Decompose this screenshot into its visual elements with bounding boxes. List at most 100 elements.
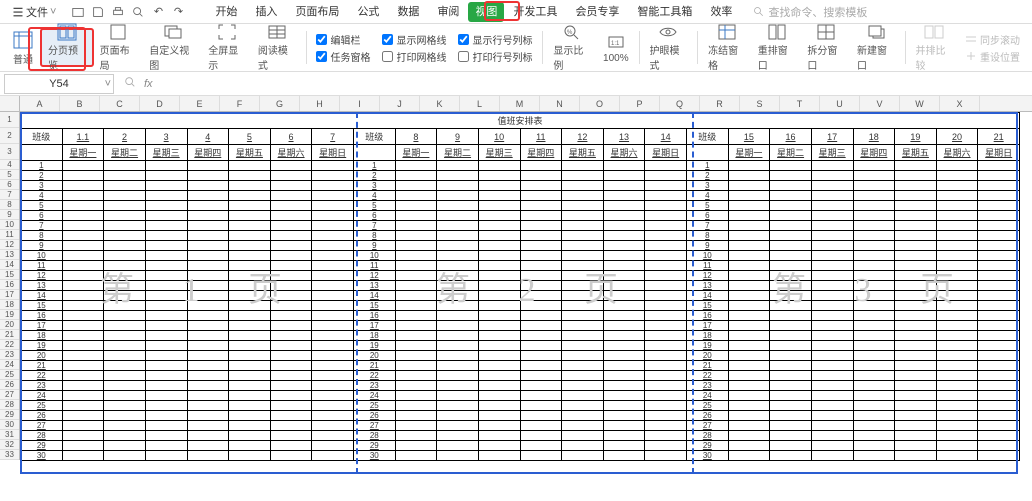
col-header[interactable]: S bbox=[740, 96, 780, 111]
qat-print-icon[interactable] bbox=[108, 2, 128, 22]
col-header[interactable]: M bbox=[500, 96, 540, 111]
check-gridlines[interactable]: 显示网格线 bbox=[382, 32, 446, 47]
row-header[interactable]: 22 bbox=[0, 340, 19, 350]
protect-eye-button[interactable]: 护眼模式 bbox=[644, 28, 694, 67]
row-header[interactable]: 28 bbox=[0, 400, 19, 410]
menu-tab-0[interactable]: 开始 bbox=[206, 0, 246, 24]
row-header[interactable]: 33 bbox=[0, 450, 19, 460]
row-header[interactable]: 14 bbox=[0, 260, 19, 270]
view-fullscreen-button[interactable]: 全屏显示 bbox=[202, 28, 252, 67]
col-header[interactable]: T bbox=[780, 96, 820, 111]
row-header[interactable]: 15 bbox=[0, 270, 19, 280]
name-box[interactable]: Y54˅ bbox=[4, 74, 114, 94]
row-header[interactable]: 10 bbox=[0, 220, 19, 230]
col-header[interactable]: G bbox=[260, 96, 300, 111]
col-header[interactable]: X bbox=[940, 96, 980, 111]
view-pagelayout-button[interactable]: 页面布局 bbox=[94, 28, 144, 67]
select-all-corner[interactable] bbox=[0, 96, 20, 111]
view-normal-button[interactable]: 普通 bbox=[6, 28, 40, 67]
page-break-1[interactable] bbox=[356, 112, 358, 474]
qat-save-icon[interactable] bbox=[88, 2, 108, 22]
menu-tab-1[interactable]: 插入 bbox=[246, 0, 286, 24]
row-header[interactable]: 3 bbox=[0, 144, 19, 160]
row-header[interactable]: 4 bbox=[0, 160, 19, 170]
qat-redo-icon[interactable]: ↷ bbox=[168, 2, 188, 22]
menu-tab-3[interactable]: 公式 bbox=[348, 0, 388, 24]
row-header[interactable]: 31 bbox=[0, 430, 19, 440]
menu-tab-9[interactable]: 智能工具箱 bbox=[628, 0, 701, 24]
row-header[interactable]: 17 bbox=[0, 290, 19, 300]
col-header[interactable]: V bbox=[860, 96, 900, 111]
row-header[interactable]: 29 bbox=[0, 410, 19, 420]
row-header[interactable]: 30 bbox=[0, 420, 19, 430]
menu-tab-4[interactable]: 数据 bbox=[388, 0, 428, 24]
row-header[interactable]: 32 bbox=[0, 440, 19, 450]
file-menu[interactable]: 文件 ˅ bbox=[6, 4, 62, 20]
view-readmode-button[interactable]: 阅读模式 bbox=[252, 28, 302, 67]
col-header[interactable]: P bbox=[620, 96, 660, 111]
row-header[interactable]: 8 bbox=[0, 200, 19, 210]
row-header[interactable]: 18 bbox=[0, 300, 19, 310]
row-header[interactable]: 16 bbox=[0, 280, 19, 290]
qat-open-icon[interactable] bbox=[68, 2, 88, 22]
col-header[interactable]: C bbox=[100, 96, 140, 111]
row-header[interactable]: 19 bbox=[0, 310, 19, 320]
arrange-button[interactable]: 重排窗口 bbox=[752, 28, 802, 67]
qat-undo-icon[interactable]: ↶ bbox=[148, 2, 168, 22]
col-header[interactable]: Q bbox=[660, 96, 700, 111]
row-header[interactable]: 5 bbox=[0, 170, 19, 180]
row-header[interactable]: 12 bbox=[0, 240, 19, 250]
row-header[interactable]: 9 bbox=[0, 210, 19, 220]
split-button[interactable]: 拆分窗口 bbox=[801, 28, 851, 67]
fx-label[interactable]: fx bbox=[144, 78, 153, 90]
menu-tab-2[interactable]: 页面布局 bbox=[286, 0, 348, 24]
col-header[interactable]: W bbox=[900, 96, 940, 111]
col-header[interactable]: U bbox=[820, 96, 860, 111]
zoom100-button[interactable]: 1:1 100% bbox=[597, 28, 635, 67]
col-header[interactable]: J bbox=[380, 96, 420, 111]
menu-tab-8[interactable]: 会员专享 bbox=[566, 0, 628, 24]
col-header[interactable]: E bbox=[180, 96, 220, 111]
menu-tab-5[interactable]: 审阅 bbox=[428, 0, 468, 24]
freeze-button[interactable]: 冻结窗格 bbox=[702, 28, 752, 67]
row-header[interactable]: 27 bbox=[0, 390, 19, 400]
row-header[interactable]: 23 bbox=[0, 350, 19, 360]
qat-preview-icon[interactable] bbox=[128, 2, 148, 22]
col-header[interactable]: R bbox=[700, 96, 740, 111]
col-header[interactable]: N bbox=[540, 96, 580, 111]
col-header[interactable]: F bbox=[220, 96, 260, 111]
col-header[interactable]: I bbox=[340, 96, 380, 111]
row-header[interactable]: 24 bbox=[0, 360, 19, 370]
row-header[interactable]: 25 bbox=[0, 370, 19, 380]
view-pagebreak-button[interactable]: 分页预览 bbox=[40, 28, 94, 67]
col-header[interactable]: B bbox=[60, 96, 100, 111]
col-header[interactable]: L bbox=[460, 96, 500, 111]
menu-tab-6[interactable]: 视图 bbox=[468, 2, 504, 22]
col-header[interactable]: A bbox=[20, 96, 60, 111]
col-header[interactable]: H bbox=[300, 96, 340, 111]
cancel-icon[interactable] bbox=[120, 76, 140, 91]
col-header[interactable]: D bbox=[140, 96, 180, 111]
menu-tab-7[interactable]: 开发工具 bbox=[504, 0, 566, 24]
check-headings[interactable]: 显示行号列标 bbox=[458, 32, 532, 47]
search-box[interactable]: 查找命令、搜索模板 bbox=[753, 4, 867, 20]
check-print-grid[interactable]: 打印网格线 bbox=[382, 49, 446, 64]
col-header[interactable]: O bbox=[580, 96, 620, 111]
col-header[interactable]: K bbox=[420, 96, 460, 111]
row-header[interactable]: 13 bbox=[0, 250, 19, 260]
check-taskpane[interactable]: 任务窗格 bbox=[316, 49, 370, 64]
row-header[interactable]: 11 bbox=[0, 230, 19, 240]
newwin-button[interactable]: 新建窗口 bbox=[851, 28, 901, 67]
zoom-button[interactable]: % 显示比例 bbox=[547, 28, 597, 67]
row-header[interactable]: 7 bbox=[0, 190, 19, 200]
check-print-head[interactable]: 打印行号列标 bbox=[458, 49, 532, 64]
page-break-2[interactable] bbox=[692, 112, 694, 474]
view-custom-button[interactable]: 自定义视图 bbox=[143, 28, 202, 67]
menu-tab-10[interactable]: 效率 bbox=[701, 0, 741, 24]
row-header[interactable]: 6 bbox=[0, 180, 19, 190]
check-formula-bar[interactable]: 编辑栏 bbox=[316, 32, 370, 47]
row-header[interactable]: 2 bbox=[0, 128, 19, 144]
row-header[interactable]: 20 bbox=[0, 320, 19, 330]
row-header[interactable]: 26 bbox=[0, 380, 19, 390]
row-header[interactable]: 21 bbox=[0, 330, 19, 340]
